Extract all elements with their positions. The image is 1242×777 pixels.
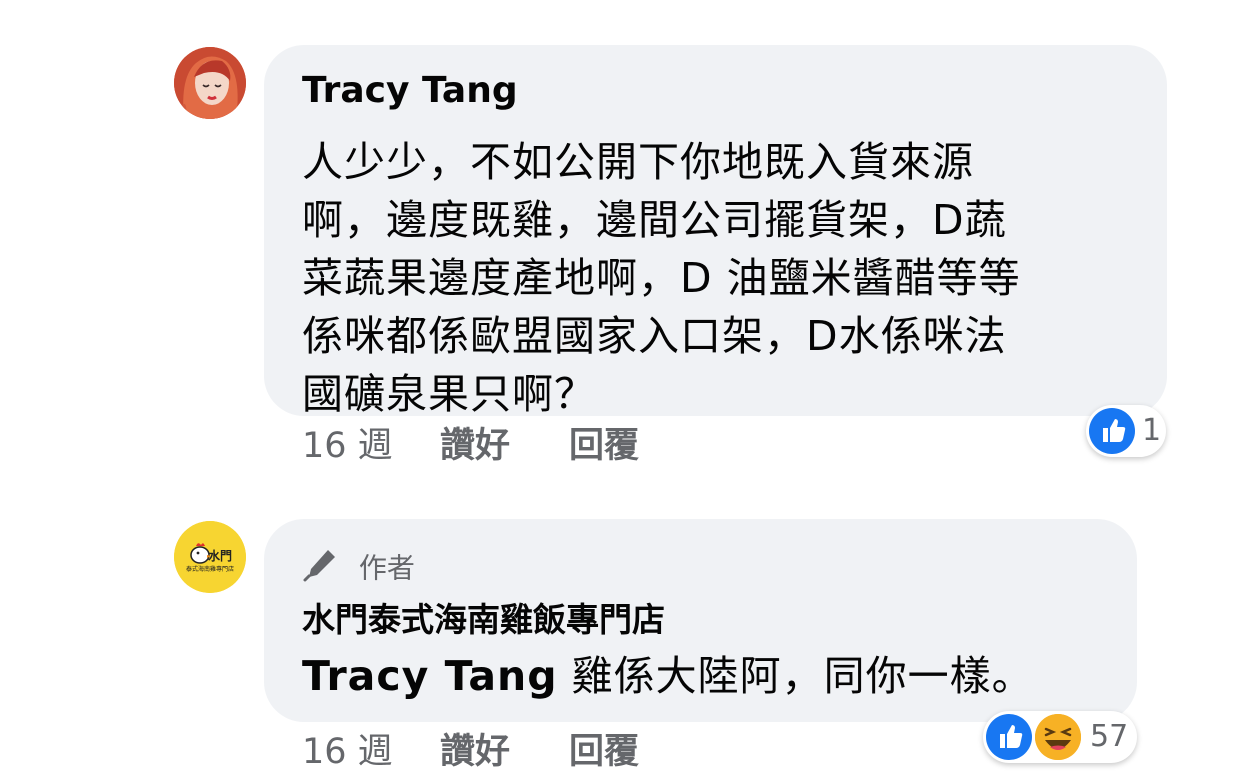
comment-text-line: 啊，邊度既雞，邊間公司擺貨架，D蔬 — [302, 196, 1007, 244]
comment-actions: 16 週 讚好 回覆 — [302, 730, 702, 774]
avatar[interactable] — [174, 47, 246, 119]
comment-text-line: 人少少，不如公開下你地既入貨來源 — [302, 138, 974, 186]
comment-actions: 16 週 讚好 回覆 — [302, 424, 702, 468]
avatar[interactable]: 水門 泰式海南雞專門店 — [174, 521, 246, 593]
pen-icon — [302, 545, 340, 592]
comment-bubble: Tracy Tang 人少少，不如公開下你地既入貨來源 啊，邊度既雞，邊間公司擺… — [264, 45, 1167, 418]
reply-button[interactable]: 回覆 — [569, 424, 639, 468]
comment-timestamp[interactable]: 16 週 — [302, 730, 393, 774]
like-button[interactable]: 讚好 — [440, 730, 510, 774]
reaction-count: 57 — [1090, 719, 1129, 754]
like-icon — [986, 714, 1032, 760]
author-badge: 作者 — [302, 545, 415, 592]
comment-text: Tracy Tang 雞係大陸阿，同你一樣。 — [302, 647, 1034, 705]
reaction-count: 1 — [1142, 413, 1162, 448]
comment-text-line: 國礦泉果只啊？ — [302, 370, 596, 418]
comment-author[interactable]: Tracy Tang — [302, 69, 518, 113]
reaction-summary[interactable]: 1 — [1086, 405, 1166, 457]
reaction-summary[interactable]: 57 — [983, 711, 1137, 763]
like-button[interactable]: 讚好 — [440, 424, 510, 468]
comment-text-body: 雞係大陸阿，同你一樣。 — [557, 652, 1034, 700]
reply-button[interactable]: 回覆 — [569, 730, 639, 774]
comment-text-line: 菜蔬果邊度產地啊，D 油鹽米醬醋等等 — [302, 254, 1021, 302]
comment-bubble: 作者 水門泰式海南雞飯專門店 Tracy Tang 雞係大陸阿，同你一樣。 — [264, 519, 1137, 722]
like-icon — [1089, 408, 1135, 454]
comment-author[interactable]: 水門泰式海南雞飯專門店 — [302, 599, 665, 641]
svg-text:泰式海南雞專門店: 泰式海南雞專門店 — [186, 565, 234, 573]
comment-text: 人少少，不如公開下你地既入貨來源 啊，邊度既雞，邊間公司擺貨架，D蔬 菜蔬果邊度… — [302, 133, 1152, 423]
author-badge-label: 作者 — [358, 551, 415, 585]
svg-text:水門: 水門 — [208, 548, 232, 563]
comment-timestamp[interactable]: 16 週 — [302, 424, 393, 468]
comment-text-line: 係咪都係歐盟國家入口架，D水係咪法 — [302, 312, 1007, 360]
haha-icon — [1035, 714, 1081, 760]
mention-link[interactable]: Tracy Tang — [302, 652, 558, 700]
avatar-illustration — [174, 47, 246, 119]
avatar-logo: 水門 泰式海南雞專門店 — [174, 521, 246, 593]
